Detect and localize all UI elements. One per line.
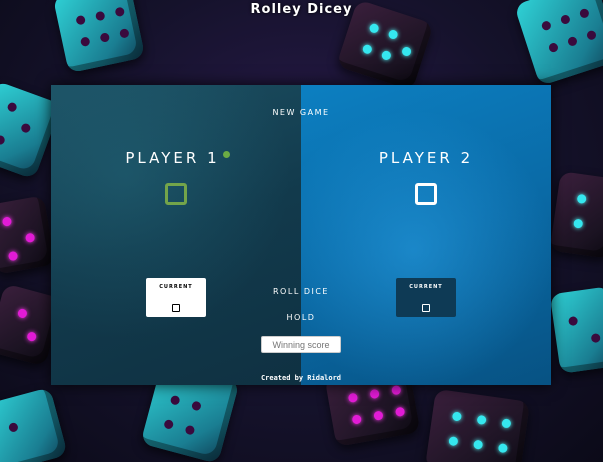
player-1-current-box: CURRENT 0 [146,278,206,317]
player-2-name: PLAYER 2 [378,149,474,167]
hold-button[interactable]: HOLD [251,313,351,322]
roll-dice-button[interactable]: ROLL DICE [251,287,351,296]
player-2-current-box: CURRENT 0 [396,278,456,317]
dice-icon [549,171,603,259]
player-2-current-value: 0 [422,304,430,312]
player-2-total-score: 0 [415,183,437,205]
player-1-total-score: 0 [165,183,187,205]
player-1-name: PLAYER 1 [125,149,220,167]
player-1-name-row: PLAYER 1 [51,149,301,167]
player-2-name-row: PLAYER 2 [301,149,551,167]
winning-score-input[interactable] [261,336,341,353]
active-player-dot-icon [222,151,230,158]
dice-icon [0,195,56,275]
app-title: Rolley Dicey [250,2,353,17]
player-1-current-value: 0 [172,304,180,312]
dice-icon [424,388,531,462]
player-1-current-label: CURRENT [159,284,193,290]
game-board: PLAYER 1 0 CURRENT 0 PLAYER 2 0 CURRENT … [51,85,551,385]
credit-footer: Created by Ridalord [260,374,342,382]
new-game-button[interactable]: NEW GAME [251,108,351,117]
dice-icon [0,387,68,462]
player-2-current-label: CURRENT [409,284,443,290]
dice-icon [549,286,603,374]
